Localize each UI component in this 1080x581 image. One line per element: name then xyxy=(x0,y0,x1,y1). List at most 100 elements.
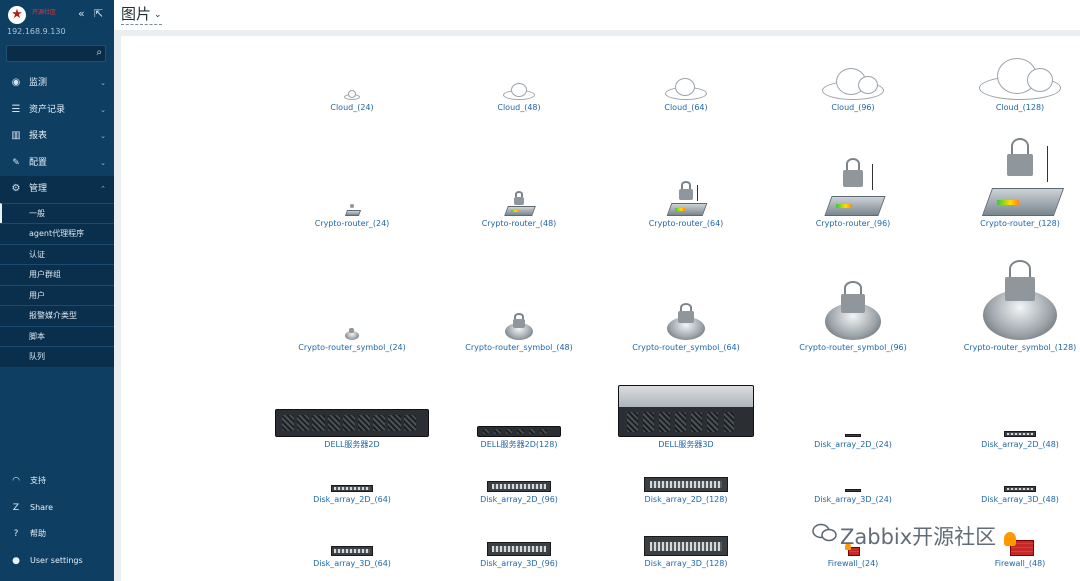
submenu-item-authentication[interactable]: 认证 xyxy=(0,243,114,265)
search-input[interactable]: ⌕ xyxy=(6,45,106,62)
image-name: Disk_array_3D_(48) xyxy=(981,495,1059,504)
menu-item-label: 报表 xyxy=(29,131,48,141)
menu-item-reports[interactable]: ▥ 报表 ⌄ xyxy=(0,123,114,150)
chevron-down-icon: ⌄ xyxy=(100,158,106,167)
disk-array-3d-icon xyxy=(331,546,373,556)
page-title: 图片 xyxy=(121,5,152,23)
image-name: Crypto-router_symbol_(128) xyxy=(963,343,1077,352)
image-tile[interactable]: Crypto-router_symbol_(64) xyxy=(606,303,766,353)
sidebar-footer: ◠ 支持 Z Share ? 帮助 ● User settings xyxy=(0,468,114,574)
help-label: 帮助 xyxy=(30,529,46,538)
support-link[interactable]: ◠ 支持 xyxy=(0,468,114,495)
disk-array-2d-icon xyxy=(487,481,551,492)
menu-item-monitoring[interactable]: ◉ 监测 ⌄ xyxy=(0,70,114,97)
submenu-item-queue[interactable]: 队列 xyxy=(0,346,114,367)
image-tile[interactable]: Disk_array_2D_(48) xyxy=(940,431,1080,450)
image-tile[interactable]: Crypto-router_(48) xyxy=(439,191,599,229)
image-name: Cloud_(128) xyxy=(995,103,1045,112)
kiosk-mode-icon[interactable]: ⇱ xyxy=(94,8,103,19)
image-tile[interactable]: Disk_array_2D_(24) xyxy=(773,434,933,450)
submenu-item-scripts[interactable]: 脚本 xyxy=(0,325,114,347)
image-tile[interactable]: Crypto-router_symbol_(96) xyxy=(773,281,933,353)
image-name: Disk_array_3D_(128) xyxy=(644,559,728,568)
image-tile[interactable]: DELL服务器3D xyxy=(606,385,766,450)
submenu-item-general[interactable]: 一般 xyxy=(0,202,114,223)
chevron-down-icon: ⌄ xyxy=(154,9,162,20)
image-name: Disk_array_3D_(64) xyxy=(313,559,391,568)
chevron-down-icon: ⌄ xyxy=(100,105,106,114)
share-link[interactable]: Z Share xyxy=(0,495,114,522)
image-tile[interactable]: Cloud_(128) xyxy=(940,58,1080,113)
image-tile[interactable]: Crypto-router_(64) xyxy=(606,181,766,229)
user-settings-link[interactable]: ● User settings xyxy=(0,548,114,575)
chevron-down-icon: ⌄ xyxy=(100,132,106,140)
user-settings-label: User settings xyxy=(30,555,83,565)
image-name: Crypto-router_(24) xyxy=(314,219,390,228)
image-tile[interactable]: Cloud_(24) xyxy=(272,90,432,113)
image-tile[interactable]: Crypto-router_symbol_(24) xyxy=(272,326,432,353)
image-tile[interactable]: Cloud_(48) xyxy=(439,83,599,113)
disk-array-3d-icon xyxy=(1004,486,1036,492)
disk-array-2d-icon xyxy=(644,477,728,492)
image-name: Disk_array_2D_(24) xyxy=(814,440,892,449)
menu-item-configuration[interactable]: ✎ 配置 ⌄ xyxy=(0,150,114,177)
image-tile[interactable]: Crypto-router_(24) xyxy=(272,201,432,229)
image-tile[interactable]: DELL服务器2D xyxy=(272,409,432,450)
wrench-icon: ✎ xyxy=(12,157,20,168)
list-icon: ☰ xyxy=(11,103,21,115)
submenu-item-media-types[interactable]: 报警媒介类型 xyxy=(0,305,114,326)
menu-item-label: 管理 xyxy=(29,184,48,194)
image-tile[interactable]: Crypto-router_symbol_(128) xyxy=(940,260,1080,353)
image-gallery: Cloud_(24) Cloud_(48) Cloud_(64) Cloud_(… xyxy=(121,36,1080,581)
disk-array-3d-icon xyxy=(845,489,861,492)
wechat-icon xyxy=(812,523,837,542)
image-tile[interactable]: Disk_array_3D_(128) xyxy=(606,536,766,569)
image-name: Cloud_(64) xyxy=(664,103,708,112)
image-name: Crypto-router_symbol_(64) xyxy=(632,343,740,352)
image-tile[interactable]: Crypto-router_symbol_(48) xyxy=(439,313,599,353)
image-tile[interactable]: DELL服务器2D(128) xyxy=(439,426,599,450)
image-name: Disk_array_2D_(64) xyxy=(313,495,391,504)
image-tile[interactable]: Disk_array_2D_(64) xyxy=(272,485,432,505)
user-icon: ● xyxy=(12,555,20,566)
submenu-item-proxies[interactable]: agent代理程序 xyxy=(0,223,114,244)
help-icon: ? xyxy=(13,529,19,539)
image-name: Disk_array_3D_(96) xyxy=(480,559,558,568)
search-icon[interactable]: ⌕ xyxy=(96,47,102,58)
image-tile[interactable]: Crypto-router_(128) xyxy=(940,138,1080,229)
collapse-sidebar-icon[interactable]: « xyxy=(78,8,85,19)
crypto-router-icon xyxy=(503,191,536,216)
crypto-router-icon xyxy=(979,138,1065,216)
disk-array-3d-icon xyxy=(487,542,551,556)
dell-server-3d-icon xyxy=(618,385,754,437)
crypto-router-icon xyxy=(665,181,708,216)
disk-array-3d-icon xyxy=(644,536,728,556)
image-name: Crypto-router_symbol_(24) xyxy=(298,343,406,352)
image-tile[interactable]: Disk_array_2D_(128) xyxy=(606,477,766,505)
star-logo-icon: ★ xyxy=(8,6,26,24)
menu-item-inventory[interactable]: ☰ 资产记录 ⌄ xyxy=(0,97,114,124)
image-name: Disk_array_2D_(48) xyxy=(981,440,1059,449)
image-tile[interactable]: Disk_array_3D_(24) xyxy=(773,489,933,505)
page-title-dropdown[interactable]: 图片 ⌄ xyxy=(121,5,162,25)
image-name: Crypto-router_(64) xyxy=(648,219,724,228)
brand-logo[interactable]: ★ 开源社区 xyxy=(8,6,56,26)
crypto-router-icon xyxy=(822,158,886,216)
cloud-icon xyxy=(822,68,884,100)
image-tile[interactable]: Disk_array_3D_(96) xyxy=(439,542,599,569)
image-tile[interactable]: Crypto-router_(96) xyxy=(773,158,933,229)
menu-item-administration[interactable]: ⚙ 管理 ⌃ xyxy=(0,176,114,203)
submenu-item-users[interactable]: 用户 xyxy=(0,284,114,306)
image-tile[interactable]: Cloud_(96) xyxy=(773,68,933,113)
image-name: DELL服务器3D xyxy=(658,440,714,449)
crypto-router-symbol-icon xyxy=(344,326,360,340)
image-tile[interactable]: Disk_array_2D_(96) xyxy=(439,481,599,505)
image-tile[interactable]: Disk_array_3D_(64) xyxy=(272,546,432,569)
image-name: Crypto-router_symbol_(48) xyxy=(465,343,573,352)
image-tile[interactable]: Cloud_(64) xyxy=(606,78,766,113)
image-tile[interactable]: Disk_array_3D_(48) xyxy=(940,486,1080,505)
watermark-text: Zabbix开源社区 xyxy=(840,525,997,549)
disk-array-2d-icon xyxy=(845,434,861,437)
help-link[interactable]: ? 帮助 xyxy=(0,521,114,548)
submenu-item-user-groups[interactable]: 用户群组 xyxy=(0,264,114,285)
